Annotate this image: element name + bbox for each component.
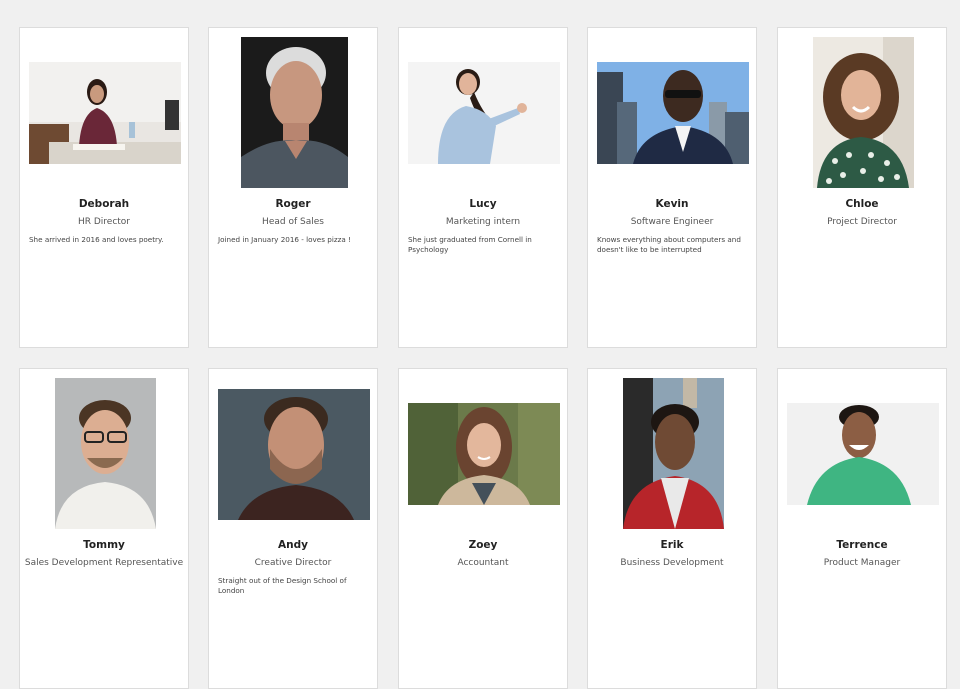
team-card-tommy: Tommy Sales Development Representative: [19, 368, 189, 689]
team-card-erik: Erik Business Development: [587, 368, 757, 689]
team-card-zoey: Zoey Accountant: [398, 368, 568, 689]
woman-curly-hair-photo: [813, 37, 914, 188]
member-name: Chloe: [845, 198, 879, 210]
woman-outdoor-photo: [408, 403, 560, 505]
grey-haired-man-photo: [241, 37, 348, 188]
member-title: Creative Director: [254, 558, 332, 568]
member-title: Business Development: [620, 558, 724, 568]
member-title: Product Manager: [823, 558, 901, 568]
woman-at-desk-photo: [29, 62, 181, 164]
young-man-portrait-photo: [218, 389, 370, 520]
member-description: She just graduated from Cornell in Psych…: [408, 235, 532, 254]
team-card-andy: Andy Creative Director Straight out of t…: [208, 368, 378, 689]
member-title: Project Director: [827, 217, 897, 227]
member-name: Deborah: [78, 198, 130, 210]
member-name: Erik: [660, 539, 684, 551]
member-name: Kevin: [655, 198, 689, 210]
team-card-chloe: Chloe Project Director: [777, 27, 947, 348]
member-name: Terrence: [836, 539, 888, 551]
member-name: Zoey: [468, 539, 498, 551]
member-description: Joined in January 2016 - loves pizza !: [218, 235, 351, 244]
member-title: HR Director: [77, 217, 131, 227]
woman-pointing-photo: [408, 62, 560, 164]
member-name: Roger: [275, 198, 311, 210]
member-title: Sales Development Representative: [24, 558, 184, 568]
member-description: She arrived in 2016 and loves poetry.: [29, 235, 164, 244]
team-card-roger: Roger Head of Sales Joined in January 20…: [208, 27, 378, 348]
team-card-deborah: Deborah HR Director She arrived in 2016 …: [19, 27, 189, 348]
man-red-jacket-photo: [623, 378, 724, 529]
man-sunglasses-city-photo: [597, 62, 749, 164]
member-name: Andy: [278, 539, 308, 551]
team-card-kevin: Kevin Software Engineer Knows everything…: [587, 27, 757, 348]
member-title: Accountant: [457, 558, 509, 568]
man-green-shirt-photo: [787, 403, 939, 505]
member-title: Head of Sales: [262, 217, 324, 227]
member-title: Software Engineer: [630, 217, 714, 227]
team-card-terrence: Terrence Product Manager: [777, 368, 947, 689]
member-title: Marketing intern: [445, 217, 521, 227]
man-glasses-photo: [55, 378, 156, 529]
member-name: Lucy: [469, 198, 497, 210]
team-card-lucy: Lucy Marketing intern She just graduated…: [398, 27, 568, 348]
member-name: Tommy: [83, 539, 125, 551]
member-description: Knows everything about computers and doe…: [597, 235, 741, 254]
member-description: Straight out of the Design School of Lon…: [218, 576, 347, 595]
